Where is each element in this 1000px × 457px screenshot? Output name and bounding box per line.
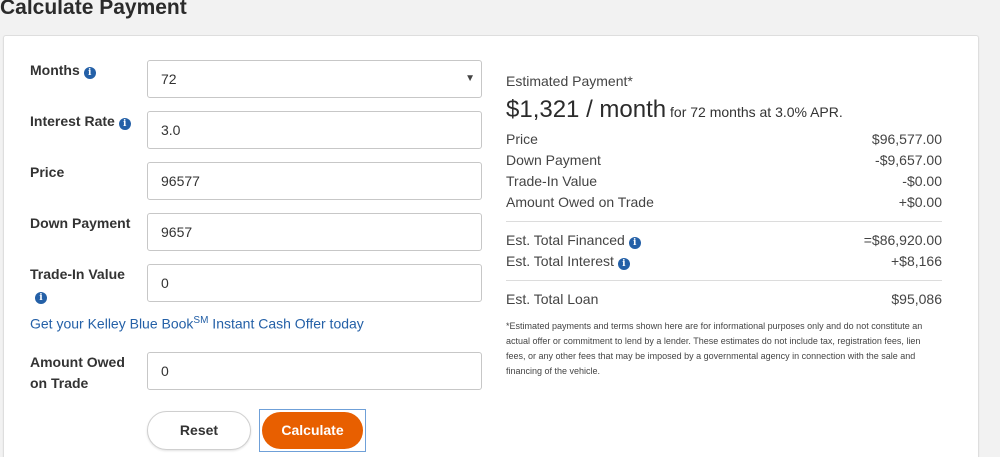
disclaimer-text: *Estimated payments and terms shown here… xyxy=(506,321,923,376)
price-label: Price xyxy=(30,164,65,180)
payment-amount: $1,321 / month xyxy=(506,96,667,123)
down-payment-input[interactable]: 9657 xyxy=(147,213,482,251)
price-input[interactable]: 96577 xyxy=(147,162,482,200)
summary-row-total-interest: Est. Total Interest i +$8,166 xyxy=(506,253,942,270)
info-icon[interactable]: i xyxy=(628,237,641,249)
info-icon[interactable]: i xyxy=(617,258,630,270)
payment-detail: for 72 months at 3.0% APR. xyxy=(666,104,843,120)
interest-rate-input[interactable]: 3.0 xyxy=(147,111,482,149)
divider xyxy=(506,280,942,281)
interest-rate-label: Interest Rate i xyxy=(30,111,131,132)
trade-in-input[interactable]: 0 xyxy=(147,264,482,302)
page-title: Calculate Payment xyxy=(0,0,187,19)
summary-row-total-loan: Est. Total Loan $95,086 xyxy=(506,291,942,307)
reset-button[interactable]: Reset xyxy=(147,411,251,450)
amount-owed-input[interactable]: 0 xyxy=(147,352,482,390)
calculate-button[interactable]: Calculate xyxy=(262,412,363,449)
info-icon[interactable]: i xyxy=(35,292,47,304)
summary-row-amount-owed: Amount Owed on Trade +$0.00 xyxy=(506,194,942,210)
kbb-instant-cash-offer-link[interactable]: Get your Kelley Blue BookSM Instant Cash… xyxy=(30,315,364,332)
info-icon[interactable]: i xyxy=(83,67,96,79)
down-payment-label: Down Payment xyxy=(30,215,131,231)
trade-in-label: Trade-In Value i xyxy=(30,266,125,304)
summary-row-trade-in: Trade-In Value -$0.00 xyxy=(506,173,942,189)
calculate-button-focus-ring: Calculate xyxy=(259,409,366,452)
summary-row-down-payment: Down Payment -$9,657.00 xyxy=(506,152,942,168)
amount-owed-label: Amount Owed on Trade xyxy=(30,354,125,391)
chevron-down-icon: ▼ xyxy=(465,73,475,84)
months-select[interactable]: 72 ▼ xyxy=(147,60,482,98)
info-icon[interactable]: i xyxy=(118,118,131,130)
summary-row-total-financed: Est. Total Financed i =$86,920.00 xyxy=(506,232,942,249)
months-label: Months i xyxy=(30,60,96,81)
estimated-payment: $1,321 / month for 72 months at 3.0% APR… xyxy=(506,96,942,124)
estimated-payment-label: Estimated Payment* xyxy=(506,73,633,89)
summary-row-price: Price $96,577.00 xyxy=(506,131,942,147)
divider xyxy=(506,221,942,222)
